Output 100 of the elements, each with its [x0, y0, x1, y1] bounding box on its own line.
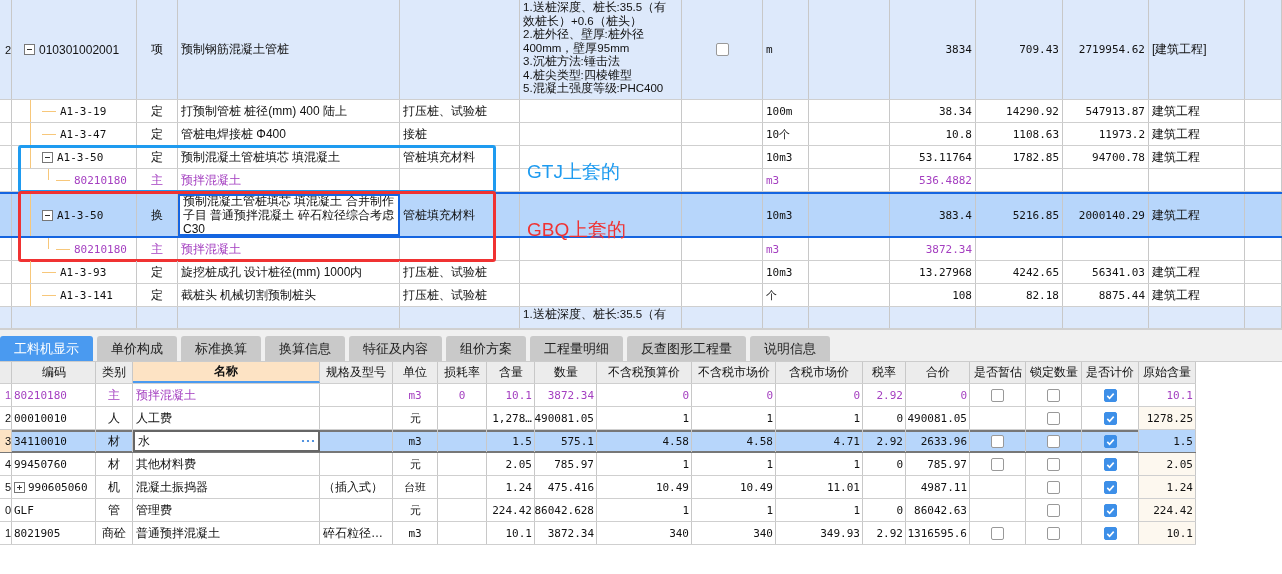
number-cell: 1	[853, 457, 860, 471]
collapse-icon[interactable]	[24, 44, 35, 55]
checkbox[interactable]	[991, 457, 1004, 471]
checkbox[interactable]	[1047, 526, 1060, 540]
material-type: 主	[151, 240, 163, 258]
quantity-cell: 383.4	[938, 208, 972, 222]
column-header[interactable]: 含量	[487, 362, 535, 383]
checkbox[interactable]	[1103, 526, 1117, 540]
column-header[interactable]: 数量	[535, 362, 597, 383]
column-header[interactable]: 编码	[12, 362, 96, 383]
tab[interactable]: 单价构成	[97, 336, 177, 361]
checkbox[interactable]	[991, 388, 1004, 402]
column-header[interactable]: 单位	[393, 362, 438, 383]
column-header[interactable]: 合价	[906, 362, 970, 383]
quantity-cell: 38.34	[938, 104, 972, 118]
tab[interactable]: 说明信息	[750, 336, 830, 361]
checkbox[interactable]	[1047, 434, 1060, 448]
name-cell: 水	[138, 432, 150, 450]
checkbox[interactable]	[1047, 503, 1060, 517]
quota-code: A1-3-93	[60, 265, 107, 279]
collapse-icon[interactable]	[42, 209, 53, 221]
checkbox[interactable]	[1047, 388, 1060, 402]
checkbox[interactable]	[1103, 388, 1117, 402]
checkbox[interactable]	[1103, 457, 1117, 471]
item-description: 1.送桩深度、桩长:35.5（有	[523, 308, 667, 322]
category-cell: 材	[108, 455, 120, 473]
quota-name: 预制混凝土管桩填芯 填混凝土	[181, 148, 341, 166]
tab[interactable]: 标准换算	[181, 336, 261, 361]
name-cell: 人工费	[136, 409, 172, 427]
column-header[interactable]: 税率	[863, 362, 906, 383]
quota-code: A1-3-50	[57, 208, 104, 222]
more-icon[interactable]	[301, 439, 315, 443]
tab[interactable]: 特征及内容	[349, 336, 442, 361]
specialty-cell: 建筑工程	[1152, 206, 1200, 224]
number-cell: 575.1	[560, 434, 594, 448]
code-cell: 00010010	[14, 411, 67, 425]
unit-cell: 10m3	[766, 265, 793, 279]
number-cell: 0	[896, 503, 903, 517]
quantity-cell: 10.8	[945, 127, 972, 141]
original-content-cell: 1.24	[1166, 480, 1193, 494]
checkbox[interactable]	[1103, 480, 1117, 494]
original-content-cell: 2.05	[1166, 457, 1193, 471]
row-number: 1	[4, 527, 11, 539]
column-header[interactable]: 损耗率	[438, 362, 487, 383]
number-cell: 10.1	[505, 388, 532, 402]
name-cell: 混凝土振捣器	[136, 478, 208, 496]
name-cell: 其他材料费	[136, 455, 196, 473]
unit-cell: 元	[409, 456, 421, 472]
tab[interactable]: 反查图形工程量	[627, 336, 746, 361]
unit-cell: 100m	[766, 104, 793, 118]
code-cell: 80210180	[14, 388, 67, 402]
specialty-cell: 建筑工程	[1152, 286, 1200, 304]
checkbox[interactable]	[991, 526, 1004, 540]
checkbox[interactable]	[1047, 480, 1060, 494]
column-header[interactable]: 原始含量	[1139, 362, 1196, 383]
quota-type: 定	[151, 286, 163, 304]
original-content-cell: 1278.25	[1146, 411, 1193, 425]
tab[interactable]: 组价方案	[446, 336, 526, 361]
checkbox[interactable]	[1103, 503, 1117, 517]
checkbox[interactable]	[1047, 457, 1060, 471]
number-cell: 1	[682, 457, 689, 471]
tab[interactable]: 工程量明细	[530, 336, 623, 361]
specialty-cell: 建筑工程	[1152, 125, 1200, 143]
unit-cell: 10个	[766, 126, 791, 142]
column-header[interactable]: 是否计价	[1082, 362, 1139, 383]
quantity-cell: 108	[952, 288, 972, 302]
column-header[interactable]: 含税市场价	[776, 362, 863, 383]
checkbox[interactable]	[1047, 411, 1060, 425]
category-cell: 机	[108, 478, 120, 496]
original-content-cell: 10.1	[1166, 388, 1193, 402]
column-header[interactable]: 不含税预算价	[597, 362, 692, 383]
quantity-cell: 3872.34	[925, 242, 972, 256]
column-header[interactable]: 锁定数量	[1026, 362, 1082, 383]
column-header[interactable]: 规格及型号	[320, 362, 393, 383]
column-header[interactable]: 是否暂估	[970, 362, 1026, 383]
checkbox[interactable]	[991, 434, 1004, 448]
checkbox[interactable]	[1103, 411, 1117, 425]
annotation-label: GBQ上套的	[527, 217, 627, 242]
checkbox[interactable]	[715, 43, 729, 56]
row-number: 5	[4, 481, 11, 493]
total-cell: 2719954.62	[1078, 43, 1145, 56]
category-cell: 商砼	[102, 524, 126, 542]
category-cell: 材	[108, 432, 120, 450]
collapse-icon[interactable]	[42, 151, 53, 163]
material-code: 80210180	[74, 242, 127, 256]
name-cell: 预拌混凝土	[136, 386, 196, 404]
expand-icon[interactable]	[14, 481, 25, 493]
item-type: 项	[151, 41, 163, 58]
column-header[interactable]: 不含税市场价	[692, 362, 776, 383]
total-cell: 547913.87	[1085, 104, 1145, 118]
number-cell: 0	[458, 388, 466, 402]
quota-name: 旋挖桩成孔 设计桩径(mm) 1000内	[181, 263, 363, 281]
number-cell: 4.58	[662, 434, 689, 448]
quota-feature: 管桩填充材料	[403, 148, 475, 166]
unit-cell: m3	[766, 242, 780, 256]
column-header[interactable]: 名称	[133, 362, 320, 383]
checkbox[interactable]	[1103, 434, 1117, 448]
tab[interactable]: 换算信息	[265, 336, 345, 361]
quantity-cell: 536.4882	[919, 173, 972, 187]
code-cell: 34110010	[14, 434, 67, 448]
